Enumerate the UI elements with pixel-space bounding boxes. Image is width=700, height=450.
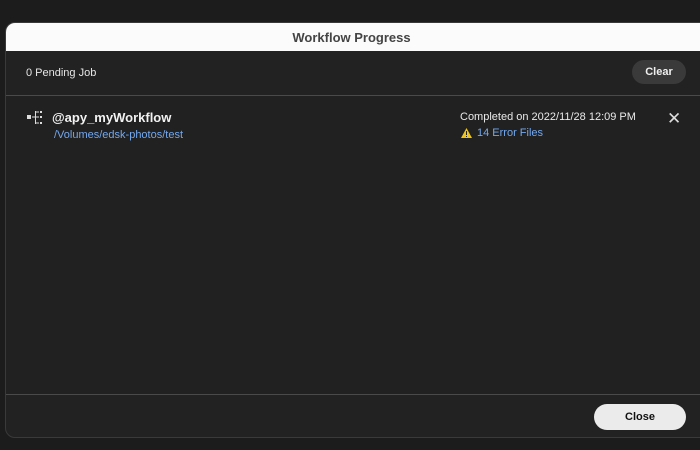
job-status: Completed on 2022/11/28 12:09 PM [460,111,636,123]
error-files-link[interactable]: 14 Error Files [461,127,543,139]
workflow-icon [27,111,45,129]
dialog-title: Workflow Progress [6,23,700,51]
dialog-header: 0 Pending Job Clear [6,51,700,96]
pending-count: 0 Pending Job [26,67,97,79]
job-list: @apy_myWorkflow /Volumes/edsk-photos/tes… [6,96,700,395]
clear-button[interactable]: Clear [632,60,686,84]
job-name: @apy_myWorkflow [52,110,172,125]
remove-job-close-icon[interactable]: ✕ [667,110,681,127]
workflow-progress-dialog: Workflow Progress 0 Pending Job Clear @a… [5,22,700,438]
warning-icon [461,128,472,138]
error-files-label: 14 Error Files [477,127,544,139]
job-path-link[interactable]: /Volumes/edsk-photos/test [54,129,183,141]
close-button[interactable]: Close [594,404,686,430]
